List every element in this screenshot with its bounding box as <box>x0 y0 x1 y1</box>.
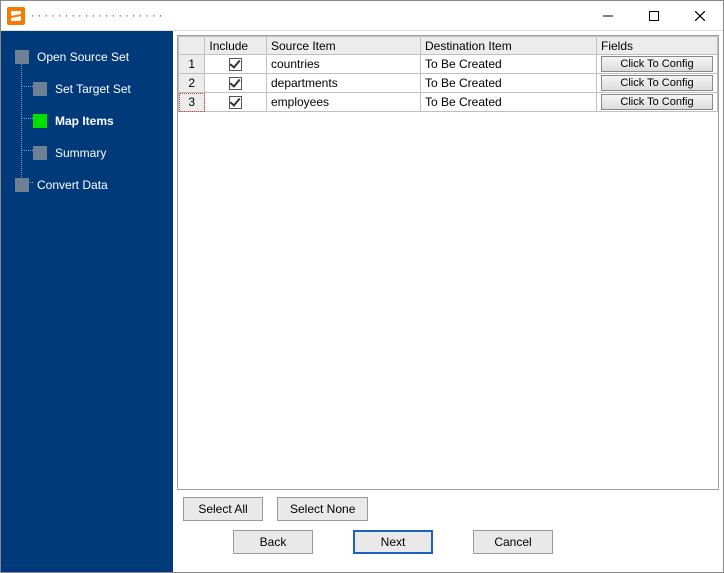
row-number[interactable]: 3 <box>179 93 205 112</box>
step-marker-icon <box>33 82 47 96</box>
step-label: Summary <box>55 146 106 160</box>
sidebar-step-set-target-set[interactable]: Set Target Set <box>1 73 173 105</box>
source-item-cell[interactable]: countries <box>266 55 420 74</box>
step-marker-icon <box>15 50 29 64</box>
close-button[interactable] <box>677 1 723 30</box>
fields-cell: Click To Config <box>596 74 717 93</box>
window-controls <box>585 1 723 30</box>
close-icon <box>695 11 705 21</box>
include-cell[interactable] <box>205 93 267 112</box>
table-row[interactable]: 2 departments To Be Created Click To Con… <box>179 74 718 93</box>
fields-cell: Click To Config <box>596 93 717 112</box>
tree-connector <box>21 86 33 87</box>
items-grid[interactable]: Include Source Item Destination Item Fie… <box>177 35 719 490</box>
fields-cell: Click To Config <box>596 55 717 74</box>
destination-item-cell[interactable]: To Be Created <box>420 55 596 74</box>
col-header-rownum[interactable] <box>179 37 205 55</box>
app-icon <box>7 7 25 25</box>
cancel-button[interactable]: Cancel <box>473 530 553 554</box>
tree-connector <box>21 55 22 191</box>
step-label: Open Source Set <box>37 50 129 64</box>
app-window: · · · · · · · · · · · · · · · · · · · · … <box>0 0 724 573</box>
destination-item-cell[interactable]: To Be Created <box>420 93 596 112</box>
source-item-cell[interactable]: employees <box>266 93 420 112</box>
table-row[interactable]: 1 countries To Be Created Click To Confi… <box>179 55 718 74</box>
include-cell[interactable] <box>205 74 267 93</box>
col-header-destination[interactable]: Destination Item <box>420 37 596 55</box>
destination-item-cell[interactable]: To Be Created <box>420 74 596 93</box>
step-marker-icon <box>33 114 47 128</box>
include-checkbox[interactable] <box>229 58 242 71</box>
tree-connector <box>21 118 33 119</box>
back-button[interactable]: Back <box>233 530 313 554</box>
col-header-source[interactable]: Source Item <box>266 37 420 55</box>
step-label: Convert Data <box>37 178 108 192</box>
include-checkbox[interactable] <box>229 96 242 109</box>
select-all-button[interactable]: Select All <box>183 497 263 521</box>
items-table: Include Source Item Destination Item Fie… <box>178 36 718 112</box>
selection-buttons-row: Select All Select None <box>177 490 719 524</box>
sidebar-step-open-source-set[interactable]: Open Source Set <box>1 41 173 73</box>
col-header-fields[interactable]: Fields <box>596 37 717 55</box>
include-checkbox[interactable] <box>229 77 242 90</box>
step-label: Set Target Set <box>55 82 131 96</box>
minimize-icon <box>603 11 613 21</box>
row-number[interactable]: 2 <box>179 74 205 93</box>
include-cell[interactable] <box>205 55 267 74</box>
window-title: · · · · · · · · · · · · · · · · · · · · <box>31 10 585 22</box>
step-label: Map Items <box>55 114 114 128</box>
step-marker-icon <box>33 146 47 160</box>
config-fields-button[interactable]: Click To Config <box>601 56 713 72</box>
table-header-row: Include Source Item Destination Item Fie… <box>179 37 718 55</box>
minimize-button[interactable] <box>585 1 631 30</box>
sidebar-step-map-items[interactable]: Map Items <box>1 105 173 137</box>
select-none-button[interactable]: Select None <box>277 497 368 521</box>
maximize-button[interactable] <box>631 1 677 30</box>
config-fields-button[interactable]: Click To Config <box>601 94 713 110</box>
body: Open Source Set Set Target Set Map Items… <box>1 31 723 572</box>
maximize-icon <box>649 11 659 21</box>
table-row[interactable]: 3 employees To Be Created Click To Confi… <box>179 93 718 112</box>
nav-buttons-row: Back Next Cancel <box>177 524 719 568</box>
tree-connector <box>21 150 33 151</box>
sidebar-step-convert-data[interactable]: Convert Data <box>1 169 173 201</box>
step-marker-icon <box>15 178 29 192</box>
sidebar-step-summary[interactable]: Summary <box>1 137 173 169</box>
titlebar: · · · · · · · · · · · · · · · · · · · · <box>1 1 723 31</box>
row-number[interactable]: 1 <box>179 55 205 74</box>
main-panel: Include Source Item Destination Item Fie… <box>173 31 723 572</box>
sidebar: Open Source Set Set Target Set Map Items… <box>1 31 173 572</box>
next-button[interactable]: Next <box>353 530 433 554</box>
source-item-cell[interactable]: departments <box>266 74 420 93</box>
col-header-include[interactable]: Include <box>205 37 267 55</box>
config-fields-button[interactable]: Click To Config <box>601 75 713 91</box>
